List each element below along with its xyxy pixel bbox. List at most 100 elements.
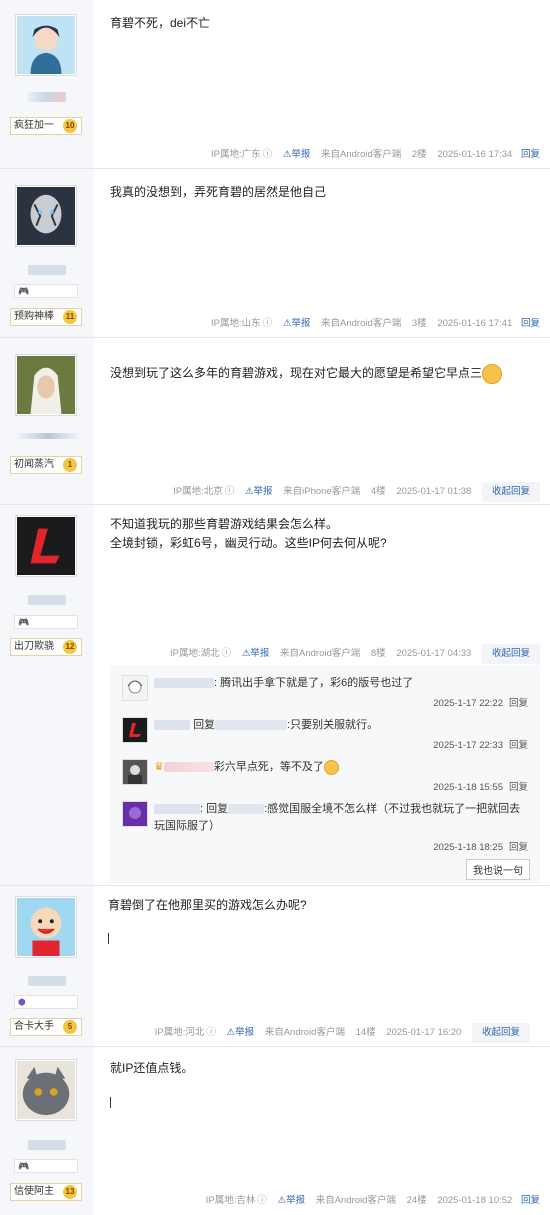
help-icon: ⓘ xyxy=(262,318,273,329)
username-blurred[interactable] xyxy=(18,433,78,439)
help-icon: ⓘ xyxy=(221,648,232,659)
post-content-line-2: 全境封锁，彩虹6号，幽灵行动。这些IP何去何从呢? xyxy=(110,536,387,550)
reply-prefix: : 回复 xyxy=(200,803,229,815)
add-comment-button[interactable]: 我也说一句 xyxy=(466,859,530,880)
help-icon: ⓘ xyxy=(257,1195,267,1206)
reply-link[interactable]: 回复 xyxy=(521,1195,540,1206)
username-blurred[interactable] xyxy=(154,804,200,815)
sub-reply-panel: : 腾讯出手拿下就是了，彩6的版号也过了 2025-1-17 22:22 回复 回… xyxy=(110,665,540,883)
level-title: 初闻蒸汽 xyxy=(14,459,54,470)
post-content: 就IP还值点钱。 xyxy=(110,1061,194,1075)
sub-reply-text: : 腾讯出手拿下就是了，彩6的版号也过了 xyxy=(214,677,414,689)
sub-reply-avatar[interactable] xyxy=(122,801,148,827)
author-sidebar: 疯狂加一 10 xyxy=(0,0,94,168)
report-link[interactable]: ⚠举报 xyxy=(278,1195,306,1206)
post-time: 2025-01-17 04:33 xyxy=(396,648,472,659)
sub-reply: : 腾讯出手拿下就是了，彩6的版号也过了 2025-1-17 22:22 回复 xyxy=(122,675,528,711)
sub-reply: 回复:只要别关服就行。 2025-1-17 22:33 回复 xyxy=(122,717,528,753)
post-floor-24: 🎮 信使阿主 13 就IP还值点钱。 IP属地:吉林 ⓘ ⚠举报 来自Android… xyxy=(0,1047,550,1215)
post-meta: IP属地:广东 ⓘ ⚠举报 来自Android客户端 2楼 2025-01-16 … xyxy=(203,146,540,160)
text-cursor xyxy=(110,1097,111,1108)
post-content: 育碧不死，dei不亡 xyxy=(110,16,211,30)
sub-reply-link[interactable]: 回复 xyxy=(509,842,528,853)
ip-location: IP属地:北京 xyxy=(173,486,223,497)
sub-reply-link[interactable]: 回复 xyxy=(509,740,528,751)
level-badge[interactable]: 疯狂加一 10 xyxy=(10,117,82,135)
username-blurred[interactable] xyxy=(154,720,190,731)
username-blurred[interactable] xyxy=(28,265,66,275)
report-link[interactable]: ⚠举报 xyxy=(283,149,311,160)
level-title: 疯狂加一 xyxy=(14,120,54,131)
post-meta: IP属地:山东 ⓘ ⚠举报 来自Android客户端 3楼 2025-01-16 … xyxy=(203,315,540,329)
floor-number: 8楼 xyxy=(370,648,386,659)
avatar[interactable] xyxy=(15,1059,77,1121)
user-badge: ⬢ xyxy=(14,995,78,1009)
avatar[interactable] xyxy=(15,515,77,577)
level-number: 12 xyxy=(63,640,77,654)
post-floor-8: 🎮 出刀欺骁 12 不知道我玩的那些育碧游戏结果会怎么样。 全境封锁，彩虹6号，幽… xyxy=(0,505,550,886)
username-blurred[interactable] xyxy=(28,1140,66,1150)
collapse-replies-button[interactable]: 收起回复 xyxy=(481,482,540,502)
level-title: 信使阿主 xyxy=(14,1186,54,1197)
ip-location: IP属地:广东 xyxy=(211,149,261,160)
warning-triangle-icon: ⚠ xyxy=(226,1027,236,1038)
username-blurred[interactable] xyxy=(163,762,214,773)
avatar[interactable] xyxy=(15,896,77,958)
reply-link[interactable]: 回复 xyxy=(521,318,540,329)
post-meta: IP属地:北京 ⓘ ⚠举报 来自iPhone客户端 4楼 2025-01-17 0… xyxy=(165,482,540,502)
sub-reply: : 回复:感觉国服全境不怎么样（不过我也就玩了一把就回去玩国际服了） 2025-… xyxy=(122,801,528,853)
username-blurred[interactable] xyxy=(154,678,214,689)
level-badge[interactable]: 初闻蒸汽 1 xyxy=(10,456,82,474)
report-link[interactable]: ⚠举报 xyxy=(227,1027,255,1038)
sub-reply-avatar[interactable] xyxy=(122,759,148,785)
report-link[interactable]: ⚠举报 xyxy=(283,318,311,329)
ip-location: IP属地:山东 xyxy=(211,318,261,329)
client-source: 来自Android客户端 xyxy=(280,648,361,659)
ip-location: IP属地:湖北 xyxy=(170,648,220,659)
floor-number: 3楼 xyxy=(411,318,427,329)
collapse-replies-button[interactable]: 收起回复 xyxy=(471,1023,530,1043)
level-number: 5 xyxy=(63,1020,77,1034)
sub-reply-text: 彩六早点死，等不及了 xyxy=(213,761,324,773)
post-time: 2025-01-17 16:20 xyxy=(386,1027,462,1038)
report-link[interactable]: ⚠举报 xyxy=(242,648,270,659)
author-sidebar: 🎮 预购神棒 11 xyxy=(0,169,94,337)
gamepad-icon: 🎮 xyxy=(18,1161,30,1171)
username-blurred[interactable] xyxy=(28,92,66,102)
level-number: 1 xyxy=(63,458,77,472)
floor-number: 4楼 xyxy=(370,486,386,497)
reply-target-blurred[interactable] xyxy=(228,804,265,815)
sub-reply-avatar[interactable] xyxy=(122,717,148,743)
avatar[interactable] xyxy=(15,14,77,76)
sub-reply-link[interactable]: 回复 xyxy=(509,698,528,709)
level-badge[interactable]: 出刀欺骁 12 xyxy=(10,638,82,656)
level-title: 预购神棒 xyxy=(14,311,54,322)
author-sidebar: 🎮 出刀欺骁 12 xyxy=(0,505,94,885)
report-link[interactable]: ⚠举报 xyxy=(245,486,273,497)
post-content: 没想到玩了这么多年的育碧游戏，现在对它最大的愿望是希望它早点三 xyxy=(110,366,483,381)
level-badge[interactable]: 信使阿主 13 xyxy=(10,1183,82,1201)
floor-number: 14楼 xyxy=(355,1027,376,1038)
text-cursor xyxy=(108,933,109,944)
author-sidebar: ⬢ 合卡大手 5 xyxy=(0,886,94,1046)
level-badge[interactable]: 合卡大手 5 xyxy=(10,1018,82,1036)
level-badge[interactable]: 预购神棒 11 xyxy=(10,308,82,326)
reply-link[interactable]: 回复 xyxy=(521,149,540,160)
username-blurred[interactable] xyxy=(28,976,66,986)
avatar[interactable] xyxy=(15,185,77,247)
avatar[interactable] xyxy=(15,354,77,416)
level-number: 13 xyxy=(63,1185,77,1199)
post-content: 我真的没想到，弄死育碧的居然是他自己 xyxy=(110,185,327,199)
collapse-replies-button[interactable]: 收起回复 xyxy=(481,644,540,664)
client-source: 来自Android客户端 xyxy=(264,1027,345,1038)
crown-badge-icon: ♛ xyxy=(154,761,164,773)
reply-target-blurred[interactable] xyxy=(215,720,288,731)
sub-reply-link[interactable]: 回复 xyxy=(509,782,528,793)
sub-reply: ♛ 彩六早点死，等不及了 2025-1-18 15:55 回复 xyxy=(122,759,528,795)
warning-triangle-icon: ⚠ xyxy=(244,486,254,497)
level-title: 合卡大手 xyxy=(14,1021,54,1032)
username-blurred[interactable] xyxy=(28,595,66,605)
sub-reply-avatar[interactable] xyxy=(122,675,148,701)
level-title: 出刀欺骁 xyxy=(14,641,54,652)
client-source: 来自iPhone客户端 xyxy=(283,486,361,497)
